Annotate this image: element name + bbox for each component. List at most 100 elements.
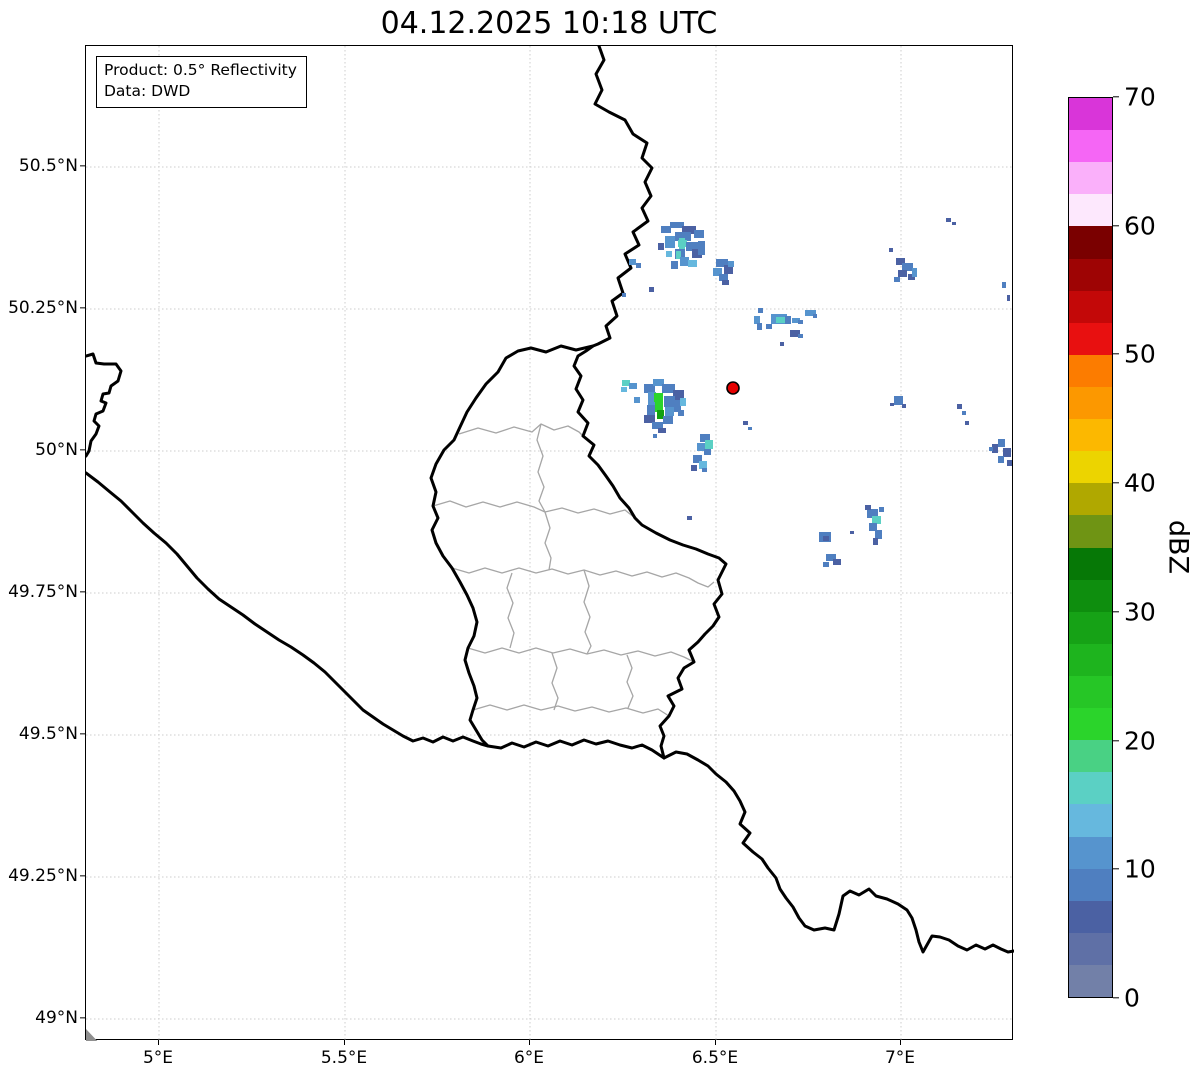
admin-border — [551, 652, 559, 711]
radar-echo-cell — [622, 293, 626, 297]
colorbar-tick-label: 10 — [1124, 854, 1156, 884]
y-tick-label: 49°N — [35, 1008, 78, 1028]
radar-echo-cell — [649, 287, 654, 292]
y-tick-label: 49.75°N — [8, 582, 78, 602]
colorbar-segment — [1069, 643, 1112, 676]
colorbar-segment — [1069, 451, 1112, 484]
radar-echo-cell — [748, 427, 752, 430]
colorbar-segment — [1069, 226, 1112, 259]
radar-echo-cell — [758, 308, 763, 313]
y-tick-mark — [80, 1017, 85, 1019]
admin-border — [458, 423, 584, 437]
radar-echo-cell — [965, 421, 969, 425]
radar-echo-cell — [902, 404, 906, 408]
colorbar-segment — [1069, 675, 1112, 709]
radar-echo-cell — [798, 334, 803, 338]
colorbar-segment — [1069, 804, 1112, 837]
admin-border — [451, 567, 715, 588]
radar-echo-cell — [661, 226, 671, 233]
radar-echo-cell — [879, 507, 884, 512]
radar-echo-cell — [704, 449, 711, 455]
radar-echo-cell — [680, 398, 686, 406]
y-tick-label: 50.5°N — [18, 156, 78, 176]
radar-echo-cell — [776, 317, 785, 323]
colorbar-segment — [1069, 322, 1112, 355]
product-info-box: Product: 0.5° Reflectivity Data: DWD — [96, 56, 307, 108]
colorbar-segment — [1069, 98, 1112, 131]
radar-echo-cell — [670, 222, 684, 228]
radar-echo-cell — [823, 536, 829, 541]
country-border — [86, 352, 123, 458]
country-border — [429, 344, 728, 760]
colorbar-tick-label: 30 — [1124, 597, 1156, 627]
radar-echo-cell — [699, 461, 707, 469]
radar-echo-cell — [658, 428, 666, 433]
admin-border — [626, 654, 634, 709]
radar-echo-cell — [780, 342, 784, 346]
radar-echo-cell — [705, 440, 713, 449]
x-tick-label: 6.5°E — [691, 1048, 739, 1068]
radar-echo-cell — [869, 523, 877, 531]
radar-echo-cell — [644, 415, 655, 423]
radar-site-marker — [726, 381, 740, 395]
radar-echo-cell — [691, 465, 697, 471]
radar-map-figure: 04.12.2025 10:18 UTC Product: 0.5° Refle… — [0, 0, 1202, 1081]
colorbar-segment — [1069, 354, 1112, 387]
y-tick-mark — [80, 733, 85, 735]
colorbar-segment — [1069, 386, 1112, 420]
colorbar-tick-mark — [1113, 611, 1119, 613]
admin-border — [506, 572, 515, 649]
colorbar-segment — [1069, 900, 1112, 933]
radar-echo-cell — [962, 411, 966, 415]
colorbar — [1068, 97, 1113, 998]
x-tick-mark — [899, 1040, 901, 1045]
colorbar-segment — [1069, 836, 1112, 869]
radar-echo-cell — [629, 259, 636, 265]
radar-echo-cell — [898, 270, 907, 277]
radar-echo-cell — [946, 218, 951, 222]
colorbar-segment — [1069, 708, 1112, 741]
radar-echo-cell — [833, 559, 841, 565]
radar-echo-cell — [665, 407, 674, 416]
radar-echo-cell — [889, 248, 893, 252]
y-tick-mark — [80, 307, 85, 309]
x-tick-mark — [528, 1040, 530, 1045]
country-border — [591, 46, 654, 348]
x-tick-label: 5.5°E — [320, 1048, 368, 1068]
y-tick-mark — [80, 875, 85, 877]
colorbar-tick-label: 0 — [1124, 983, 1140, 1013]
y-tick-mark — [80, 591, 85, 593]
y-tick-mark — [80, 165, 85, 167]
radar-echo-cell — [952, 222, 956, 225]
radar-echo-cell — [743, 421, 748, 425]
radar-echo-cell — [654, 393, 663, 402]
radar-echo-cell — [658, 243, 664, 250]
colorbar-tick-mark — [1113, 482, 1119, 484]
colorbar-segment — [1069, 772, 1112, 805]
x-tick-mark — [343, 1040, 345, 1045]
colorbar-tick-mark — [1113, 353, 1119, 355]
radar-echo-cell — [634, 397, 640, 403]
map-corner-artifact — [86, 1029, 98, 1041]
radar-echo-cell — [823, 562, 829, 567]
radar-echo-cell — [680, 257, 689, 266]
plot-title: 04.12.2025 10:18 UTC — [380, 6, 718, 41]
radar-echo-cell — [998, 456, 1004, 463]
admin-border — [544, 511, 552, 571]
radar-echo-cell — [666, 251, 672, 257]
radar-echo-cell — [687, 516, 692, 520]
radar-echo-cell — [688, 260, 697, 267]
radar-echo-cell — [872, 516, 881, 524]
colorbar-segment — [1069, 130, 1112, 163]
radar-echo-cell — [629, 383, 637, 389]
radar-echo-cell — [678, 240, 687, 247]
radar-echo-cell — [912, 268, 917, 277]
radar-echo-cell — [766, 324, 772, 329]
y-tick-mark — [80, 449, 85, 451]
radar-echo-cell — [694, 230, 704, 238]
colorbar-segment — [1069, 579, 1112, 612]
x-tick-label: 7°E — [884, 1048, 916, 1068]
admin-border — [432, 500, 636, 519]
colorbar-segment — [1069, 290, 1112, 323]
radar-echo-cell — [728, 261, 734, 267]
